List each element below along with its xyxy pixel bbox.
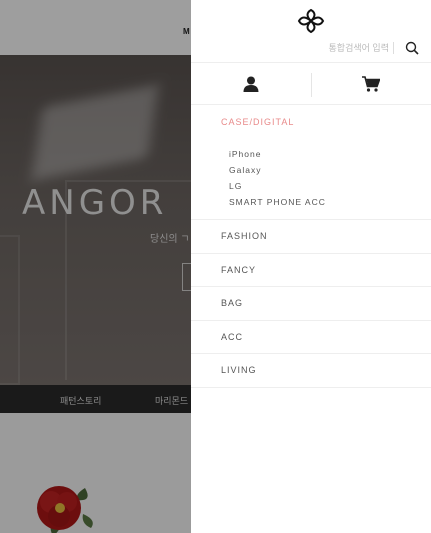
search-divider (393, 42, 394, 54)
cart-icon[interactable] (362, 76, 380, 92)
search-bar (191, 38, 431, 58)
category-case-digital: CASE/DIGITAL iPhone Galaxy LG SMART PHON… (191, 105, 431, 220)
search-input[interactable] (283, 40, 389, 56)
category-living[interactable]: LIVING (191, 354, 431, 388)
category-menu: CASE/DIGITAL iPhone Galaxy LG SMART PHON… (191, 105, 431, 388)
side-drawer: CASE/DIGITAL iPhone Galaxy LG SMART PHON… (191, 0, 431, 533)
lattice-logo-icon[interactable] (296, 8, 326, 34)
subcategory-galaxy[interactable]: Galaxy (229, 162, 431, 178)
icons-divider (311, 73, 312, 97)
category-case-digital-label[interactable]: CASE/DIGITAL (221, 117, 431, 127)
search-icon[interactable] (405, 41, 419, 55)
category-fashion[interactable]: FASHION (191, 220, 431, 254)
user-icon[interactable] (243, 76, 259, 92)
subcategory-smart-phone-acc[interactable]: SMART PHONE ACC (229, 194, 431, 210)
category-acc[interactable]: ACC (191, 321, 431, 354)
account-cart-row (191, 62, 431, 105)
subcategory-list: iPhone Galaxy LG SMART PHONE ACC (221, 146, 431, 210)
category-bag[interactable]: BAG (191, 287, 431, 321)
subcategory-iphone[interactable]: iPhone (229, 146, 431, 162)
category-fancy[interactable]: FANCY (191, 254, 431, 287)
subcategory-lg[interactable]: LG (229, 178, 431, 194)
